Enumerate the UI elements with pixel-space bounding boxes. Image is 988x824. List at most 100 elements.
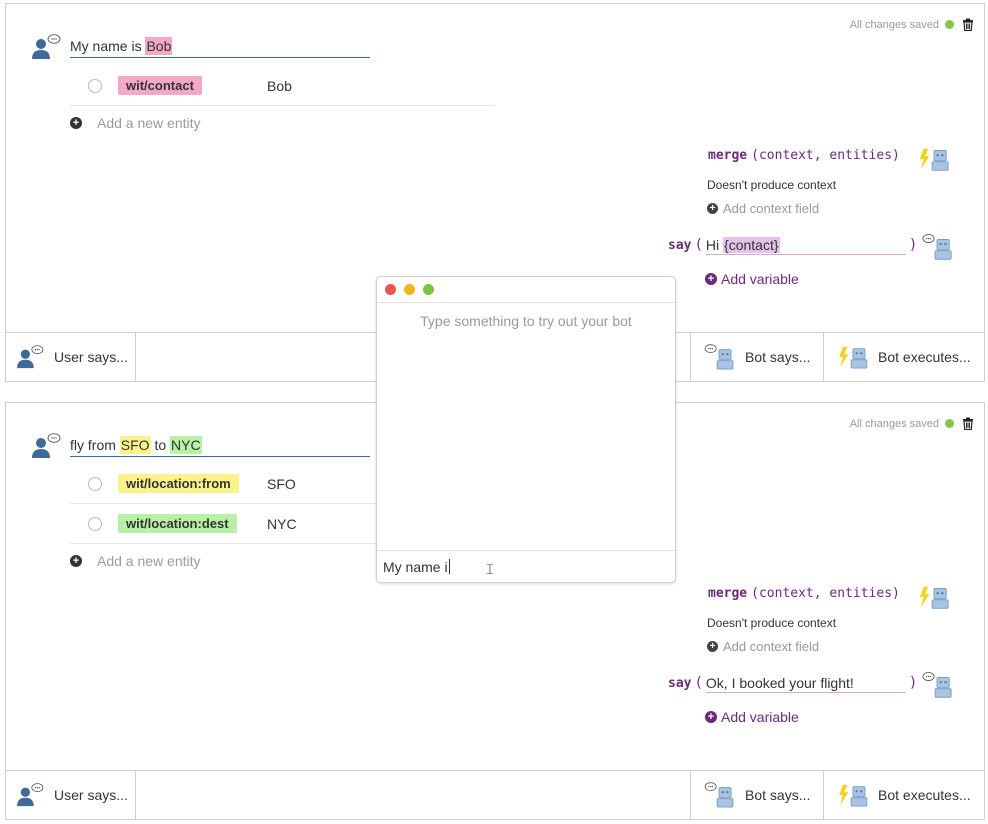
say-action: say ( Ok, I booked your flight! ) — [668, 673, 920, 693]
context-variable: {contact} — [723, 237, 780, 253]
merge-function-args: (context, entities) — [751, 148, 900, 163]
bot-executes-label: Bot executes... — [878, 787, 971, 803]
no-context-text: Doesn't produce context — [707, 178, 837, 192]
open-paren: ( — [694, 675, 703, 691]
chat-test-window: Type something to try out your bot My na… — [376, 276, 676, 583]
add-variable-label: Add variable — [721, 709, 799, 725]
entity-value[interactable]: SFO — [267, 476, 296, 492]
add-entity-button[interactable]: + Add a new entity — [70, 553, 201, 569]
add-variable-button[interactable]: + Add variable — [705, 271, 799, 287]
open-paren: ( — [694, 237, 703, 253]
text-cursor-icon: 𝙸 — [485, 561, 495, 577]
close-window-button[interactable] — [385, 284, 396, 295]
user-text: My name is — [70, 38, 146, 54]
chat-title-bar[interactable] — [377, 277, 675, 303]
close-paren: ) — [908, 237, 918, 253]
add-context-label: Add context field — [723, 639, 820, 654]
say-text-input[interactable]: Hi {contact} — [705, 235, 906, 255]
merge-function-args: (context, entities) — [751, 586, 900, 601]
user-text: fly from — [70, 437, 120, 453]
bot-executes-icon — [919, 148, 949, 171]
text-caret — [448, 559, 450, 574]
entity-highlight[interactable]: Bob — [145, 37, 173, 55]
bot-executes-button[interactable]: Bot executes... — [823, 333, 984, 381]
add-variable-button[interactable]: + Add variable — [705, 709, 799, 725]
plus-circle-icon: + — [707, 203, 718, 214]
say-text-input[interactable]: Ok, I booked your flight! — [705, 673, 906, 693]
bot-says-label: Bot says... — [745, 787, 811, 803]
merge-function-name: merge — [708, 148, 748, 163]
entity-highlight[interactable]: NYC — [170, 436, 202, 454]
user-says-label: User says... — [54, 349, 128, 365]
say-text: Hi — [705, 237, 724, 253]
story-footer: User says... Bot says... Bot executes... — [6, 770, 984, 819]
save-status-text: All changes saved — [849, 18, 939, 31]
bot-executes-icon — [919, 586, 949, 609]
bot-says-icon — [922, 234, 952, 260]
entity-radio[interactable] — [88, 78, 102, 93]
say-text: Ok, I booked your flight! — [705, 675, 854, 691]
save-status: All changes saved — [850, 18, 974, 31]
bot-says-label: Bot says... — [745, 349, 811, 365]
bot-executes-button[interactable]: Bot executes... — [823, 771, 984, 819]
maximize-window-button[interactable] — [423, 284, 434, 295]
user-icon — [32, 34, 61, 59]
no-context-text: Doesn't produce context — [707, 616, 837, 630]
bot-says-icon — [704, 344, 734, 370]
bot-says-button[interactable]: Bot says... — [690, 333, 823, 381]
save-status-text: All changes saved — [849, 417, 939, 430]
plus-circle-icon: + — [70, 117, 82, 129]
user-icon — [32, 433, 61, 458]
entity-row: wit/contact Bob — [70, 66, 495, 106]
entity-radio[interactable] — [88, 476, 102, 491]
entity-value[interactable]: NYC — [267, 516, 297, 532]
user-message-input[interactable]: fly from SFO to NYC — [70, 435, 370, 457]
chat-message-input[interactable]: My name i 𝙸 — [377, 550, 675, 582]
bot-executes-label: Bot executes... — [878, 349, 971, 365]
user-says-button[interactable]: User says... — [6, 771, 136, 819]
entity-tag[interactable]: wit/location:from — [118, 474, 239, 493]
user-text: to — [150, 437, 171, 453]
save-status: All changes saved — [850, 417, 974, 430]
minimize-window-button[interactable] — [404, 284, 415, 295]
plus-circle-icon: + — [707, 641, 718, 652]
entity-value[interactable]: Bob — [267, 78, 292, 94]
user-says-label: User says... — [54, 787, 128, 803]
trash-icon[interactable] — [962, 417, 974, 430]
say-keyword: say — [668, 675, 692, 691]
entity-tag[interactable]: wit/location:dest — [118, 514, 237, 533]
add-context-label: Add context field — [723, 201, 820, 216]
chat-input-text: My name i — [383, 558, 448, 575]
plus-circle-icon: + — [705, 711, 717, 723]
merge-action[interactable]: merge (context, entities) — [708, 586, 900, 601]
say-action: say ( Hi {contact} ) — [668, 235, 920, 255]
entity-highlight[interactable]: SFO — [119, 436, 151, 454]
add-entity-button[interactable]: + Add a new entity — [70, 115, 201, 131]
say-keyword: say — [668, 237, 692, 253]
bot-says-icon — [704, 782, 734, 808]
entity-tag[interactable]: wit/contact — [118, 76, 202, 95]
plus-circle-icon: + — [705, 273, 717, 285]
user-icon — [17, 783, 44, 807]
plus-circle-icon: + — [70, 555, 82, 567]
chat-placeholder: Type something to try out your bot — [420, 313, 632, 329]
entity-radio[interactable] — [88, 516, 102, 531]
user-says-button[interactable]: User says... — [6, 333, 136, 381]
user-message-input[interactable]: My name is Bob — [70, 36, 370, 58]
close-paren: ) — [908, 675, 918, 691]
bot-executes-icon — [839, 346, 868, 369]
add-entity-label: Add a new entity — [97, 553, 201, 569]
saved-indicator-dot — [945, 20, 954, 29]
add-variable-label: Add variable — [721, 271, 799, 287]
trash-icon[interactable] — [962, 18, 974, 31]
add-entity-label: Add a new entity — [97, 115, 201, 131]
bot-says-button[interactable]: Bot says... — [690, 771, 823, 819]
user-icon — [17, 345, 44, 369]
add-context-field-button[interactable]: + Add context field — [707, 201, 819, 216]
bot-says-icon — [922, 672, 952, 698]
merge-function-name: merge — [708, 586, 748, 601]
merge-action[interactable]: merge (context, entities) — [708, 148, 900, 163]
add-context-field-button[interactable]: + Add context field — [707, 639, 819, 654]
bot-executes-icon — [839, 784, 868, 807]
saved-indicator-dot — [945, 419, 954, 428]
